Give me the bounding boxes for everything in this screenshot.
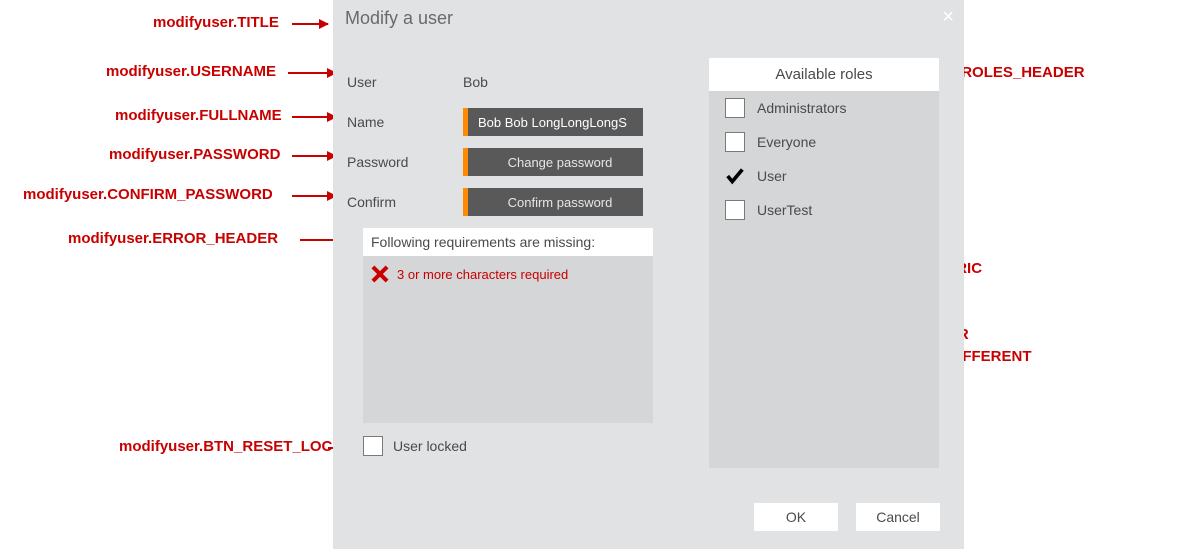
- anno-title: modifyuser.TITLE: [153, 14, 279, 31]
- label-confirm: Confirm: [347, 194, 463, 210]
- role-item-administrators[interactable]: Administrators: [709, 91, 939, 125]
- roles-panel: Available roles Administrators Everyone …: [709, 58, 939, 468]
- label-name: Name: [347, 114, 463, 130]
- role-item-usertest[interactable]: UserTest: [709, 193, 939, 227]
- name-input-wrap[interactable]: [463, 108, 643, 136]
- role-item-user[interactable]: User: [709, 159, 939, 193]
- role-checkbox[interactable]: [725, 132, 745, 152]
- role-label: UserTest: [757, 202, 812, 218]
- arrow: [292, 116, 336, 118]
- label-user: User: [347, 74, 463, 90]
- error-item: 3 or more characters required: [363, 256, 653, 292]
- cancel-button[interactable]: Cancel: [856, 503, 940, 531]
- form-area: User Bob Name Password Confirm: [347, 62, 647, 222]
- anno-fullname: modifyuser.FULLNAME: [115, 107, 282, 124]
- label-password: Password: [347, 154, 463, 170]
- error-header: Following requirements are missing:: [363, 228, 653, 256]
- confirm-input-wrap[interactable]: [463, 188, 643, 216]
- user-locked-checkbox[interactable]: [363, 436, 383, 456]
- close-icon[interactable]: ×: [942, 6, 954, 29]
- user-locked-row[interactable]: User locked: [363, 436, 467, 456]
- user-locked-label: User locked: [393, 438, 467, 454]
- dialog-buttons: OK Cancel: [754, 503, 940, 531]
- anno-error-header: modifyuser.ERROR_HEADER: [68, 230, 278, 247]
- role-checkbox[interactable]: [725, 98, 745, 118]
- dialog-title: Modify a user: [333, 0, 964, 36]
- error-x-icon: [369, 264, 389, 284]
- error-text: 3 or more characters required: [397, 267, 568, 282]
- checkmark-icon[interactable]: [725, 166, 745, 186]
- error-box: Following requirements are missing: 3 or…: [363, 228, 653, 423]
- anno-username: modifyuser.USERNAME: [106, 63, 276, 80]
- value-user: Bob: [463, 74, 488, 90]
- roles-header: Available roles: [709, 58, 939, 91]
- arrow: [288, 72, 336, 74]
- modify-user-dialog: Modify a user × User Bob Name Password C…: [333, 0, 964, 549]
- ok-button[interactable]: OK: [754, 503, 838, 531]
- name-input[interactable]: [468, 115, 643, 130]
- confirm-input[interactable]: [468, 195, 643, 210]
- anno-password: modifyuser.PASSWORD: [109, 146, 280, 163]
- arrow: [292, 195, 336, 197]
- role-checkbox[interactable]: [725, 200, 745, 220]
- role-item-everyone[interactable]: Everyone: [709, 125, 939, 159]
- role-label: Everyone: [757, 134, 816, 150]
- password-input[interactable]: [468, 155, 643, 170]
- arrow: [292, 155, 336, 157]
- password-input-wrap[interactable]: [463, 148, 643, 176]
- role-label: Administrators: [757, 100, 846, 116]
- arrow: [292, 23, 328, 25]
- anno-confirm: modifyuser.CONFIRM_PASSWORD: [23, 186, 273, 203]
- anno-reset-lock: modifyuser.BTN_RESET_LOCK: [119, 438, 343, 455]
- role-label: User: [757, 168, 787, 184]
